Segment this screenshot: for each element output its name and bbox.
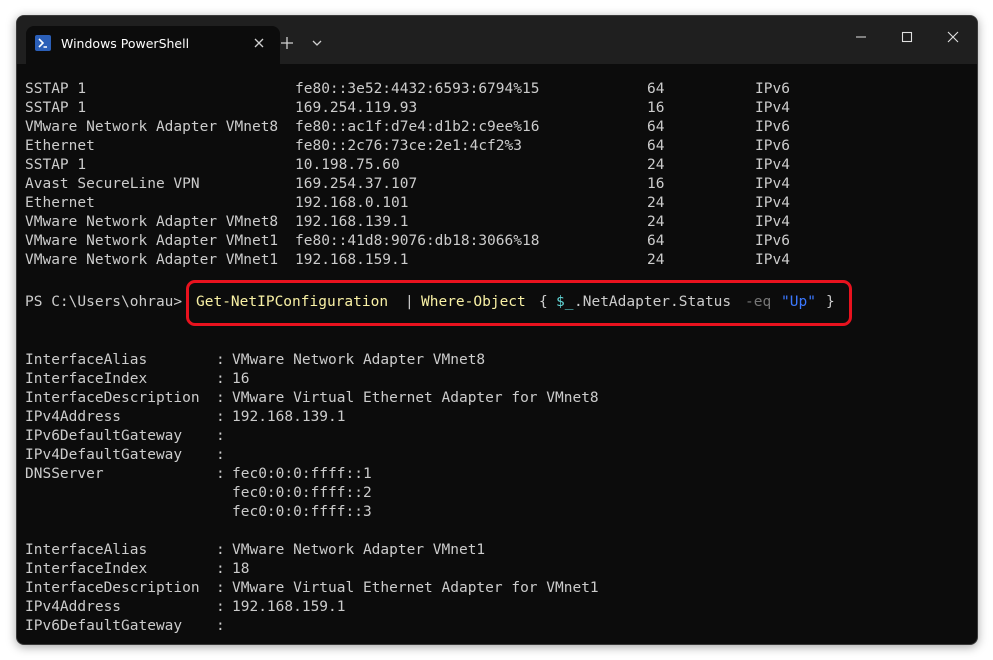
new-tab-button[interactable] xyxy=(272,30,302,56)
plus-icon xyxy=(281,37,293,49)
config-key: InterfaceAlias xyxy=(25,542,148,558)
cell-alias: Ethernet xyxy=(25,195,95,211)
config-value: VMware Network Adapter VMnet1 xyxy=(232,542,486,558)
cell-alias: SSTAP 1 xyxy=(25,100,87,116)
config-key: InterfaceIndex xyxy=(25,561,148,577)
cell-family: IPv6 xyxy=(755,119,790,135)
config-key: InterfaceDescription xyxy=(25,390,200,406)
cell-prefix: 24 xyxy=(647,214,665,230)
cell-address: 10.198.75.60 xyxy=(295,157,400,173)
cell-prefix: 24 xyxy=(647,252,665,268)
cell-family: IPv4 xyxy=(755,195,790,211)
tab-title: Windows PowerShell xyxy=(61,36,190,51)
cell-alias: VMware Network Adapter VMnet8 xyxy=(25,214,279,230)
config-separator: : xyxy=(216,409,225,425)
cell-address: 192.168.159.1 xyxy=(295,252,409,268)
config-key: IPv4DefaultGateway xyxy=(25,447,183,463)
tab-windows-powershell[interactable]: Windows PowerShell xyxy=(26,26,280,64)
cell-alias: Ethernet xyxy=(25,138,95,154)
cell-family: IPv4 xyxy=(755,176,790,192)
cell-address: fe80::41d8:9076:db18:3066%18 xyxy=(295,233,540,249)
config-value: fec0:0:0:ffff::3 xyxy=(232,504,372,520)
cell-address: 169.254.37.107 xyxy=(295,176,418,192)
tab-dropdown-button[interactable] xyxy=(302,30,332,56)
config-key: IPv6DefaultGateway xyxy=(25,428,183,444)
cell-alias: Avast SecureLine VPN xyxy=(25,176,200,192)
prompt-line: PS C:\Users\ohrau> Get-NetIPConfiguratio… xyxy=(25,293,835,312)
cell-prefix: 16 xyxy=(647,176,665,192)
cell-alias: SSTAP 1 xyxy=(25,81,87,97)
prompt-text: PS C:\Users\ohrau> xyxy=(25,294,183,310)
cell-address: fe80::3e52:4432:6593:6794%15 xyxy=(295,81,540,97)
cell-prefix: 24 xyxy=(647,195,665,211)
config-key: IPv6DefaultGateway xyxy=(25,618,183,634)
config-value: VMware Network Adapter VMnet8 xyxy=(232,352,486,368)
config-separator: : xyxy=(216,580,225,596)
maximize-button[interactable] xyxy=(885,24,929,50)
cell-alias: VMware Network Adapter VMnet1 xyxy=(25,252,279,268)
config-value: 192.168.159.1 xyxy=(232,599,346,615)
config-value: VMware Virtual Ethernet Adapter for VMne… xyxy=(232,390,599,406)
command-highlight-annotation xyxy=(186,280,852,326)
config-separator: : xyxy=(216,466,225,482)
powershell-icon xyxy=(35,35,51,51)
cell-prefix: 64 xyxy=(647,233,665,249)
cell-family: IPv6 xyxy=(755,233,790,249)
cell-address: 192.168.139.1 xyxy=(295,214,409,230)
cell-prefix: 64 xyxy=(647,119,665,135)
cell-address: fe80::2c76:73ce:2e1:4cf2%3 xyxy=(295,138,522,154)
cell-family: IPv6 xyxy=(755,81,790,97)
config-separator: : xyxy=(216,371,225,387)
config-separator: : xyxy=(216,352,225,368)
cell-family: IPv4 xyxy=(755,100,790,116)
minimize-button[interactable] xyxy=(839,24,883,50)
terminal-output[interactable]: SSTAP 1 fe80::3e52:4432:6593:6794%15 64 IPv… xyxy=(25,64,961,644)
tab-close-icon[interactable] xyxy=(247,31,271,55)
cell-prefix: 24 xyxy=(647,157,665,173)
config-separator: : xyxy=(216,561,225,577)
cell-family: IPv4 xyxy=(755,157,790,173)
cell-prefix: 64 xyxy=(647,138,665,154)
config-key: IPv4Address xyxy=(25,409,122,425)
config-separator: : xyxy=(216,447,225,463)
config-key: InterfaceAlias xyxy=(25,352,148,368)
cell-alias: SSTAP 1 xyxy=(25,157,87,173)
config-value: 192.168.139.1 xyxy=(232,409,346,425)
config-separator: : xyxy=(216,618,225,634)
config-key: InterfaceIndex xyxy=(25,371,148,387)
close-button[interactable] xyxy=(931,24,975,50)
config-separator: : xyxy=(216,599,225,615)
config-separator: : xyxy=(216,542,225,558)
cell-family: IPv4 xyxy=(755,214,790,230)
config-value: VMware Virtual Ethernet Adapter for VMne… xyxy=(232,580,599,596)
chevron-down-icon xyxy=(312,40,322,46)
maximize-icon xyxy=(901,31,913,43)
cell-alias: VMware Network Adapter VMnet1 xyxy=(25,233,279,249)
cell-prefix: 64 xyxy=(647,81,665,97)
cell-address: 169.254.119.93 xyxy=(295,100,418,116)
config-value: 18 xyxy=(232,561,250,577)
cell-alias: VMware Network Adapter VMnet8 xyxy=(25,119,279,135)
cell-address: 192.168.0.101 xyxy=(295,195,409,211)
config-key: InterfaceDescription xyxy=(25,580,200,596)
cell-family: IPv6 xyxy=(755,138,790,154)
config-key: DNSServer xyxy=(25,466,104,482)
config-separator: : xyxy=(216,428,225,444)
terminal-window: Windows PowerShell SSTAP 1 fe80::3e52:44… xyxy=(16,15,978,645)
config-value: fec0:0:0:ffff::2 xyxy=(232,485,372,501)
config-key: IPv4Address xyxy=(25,599,122,615)
title-bar: Windows PowerShell xyxy=(17,16,977,64)
cell-family: IPv4 xyxy=(755,252,790,268)
config-value: fec0:0:0:ffff::1 xyxy=(232,466,372,482)
cell-address: fe80::ac1f:d7e4:d1b2:c9ee%16 xyxy=(295,119,540,135)
close-icon xyxy=(947,31,959,43)
cell-prefix: 16 xyxy=(647,100,665,116)
minimize-icon xyxy=(856,36,866,38)
config-value: 16 xyxy=(232,371,250,387)
config-separator: : xyxy=(216,390,225,406)
